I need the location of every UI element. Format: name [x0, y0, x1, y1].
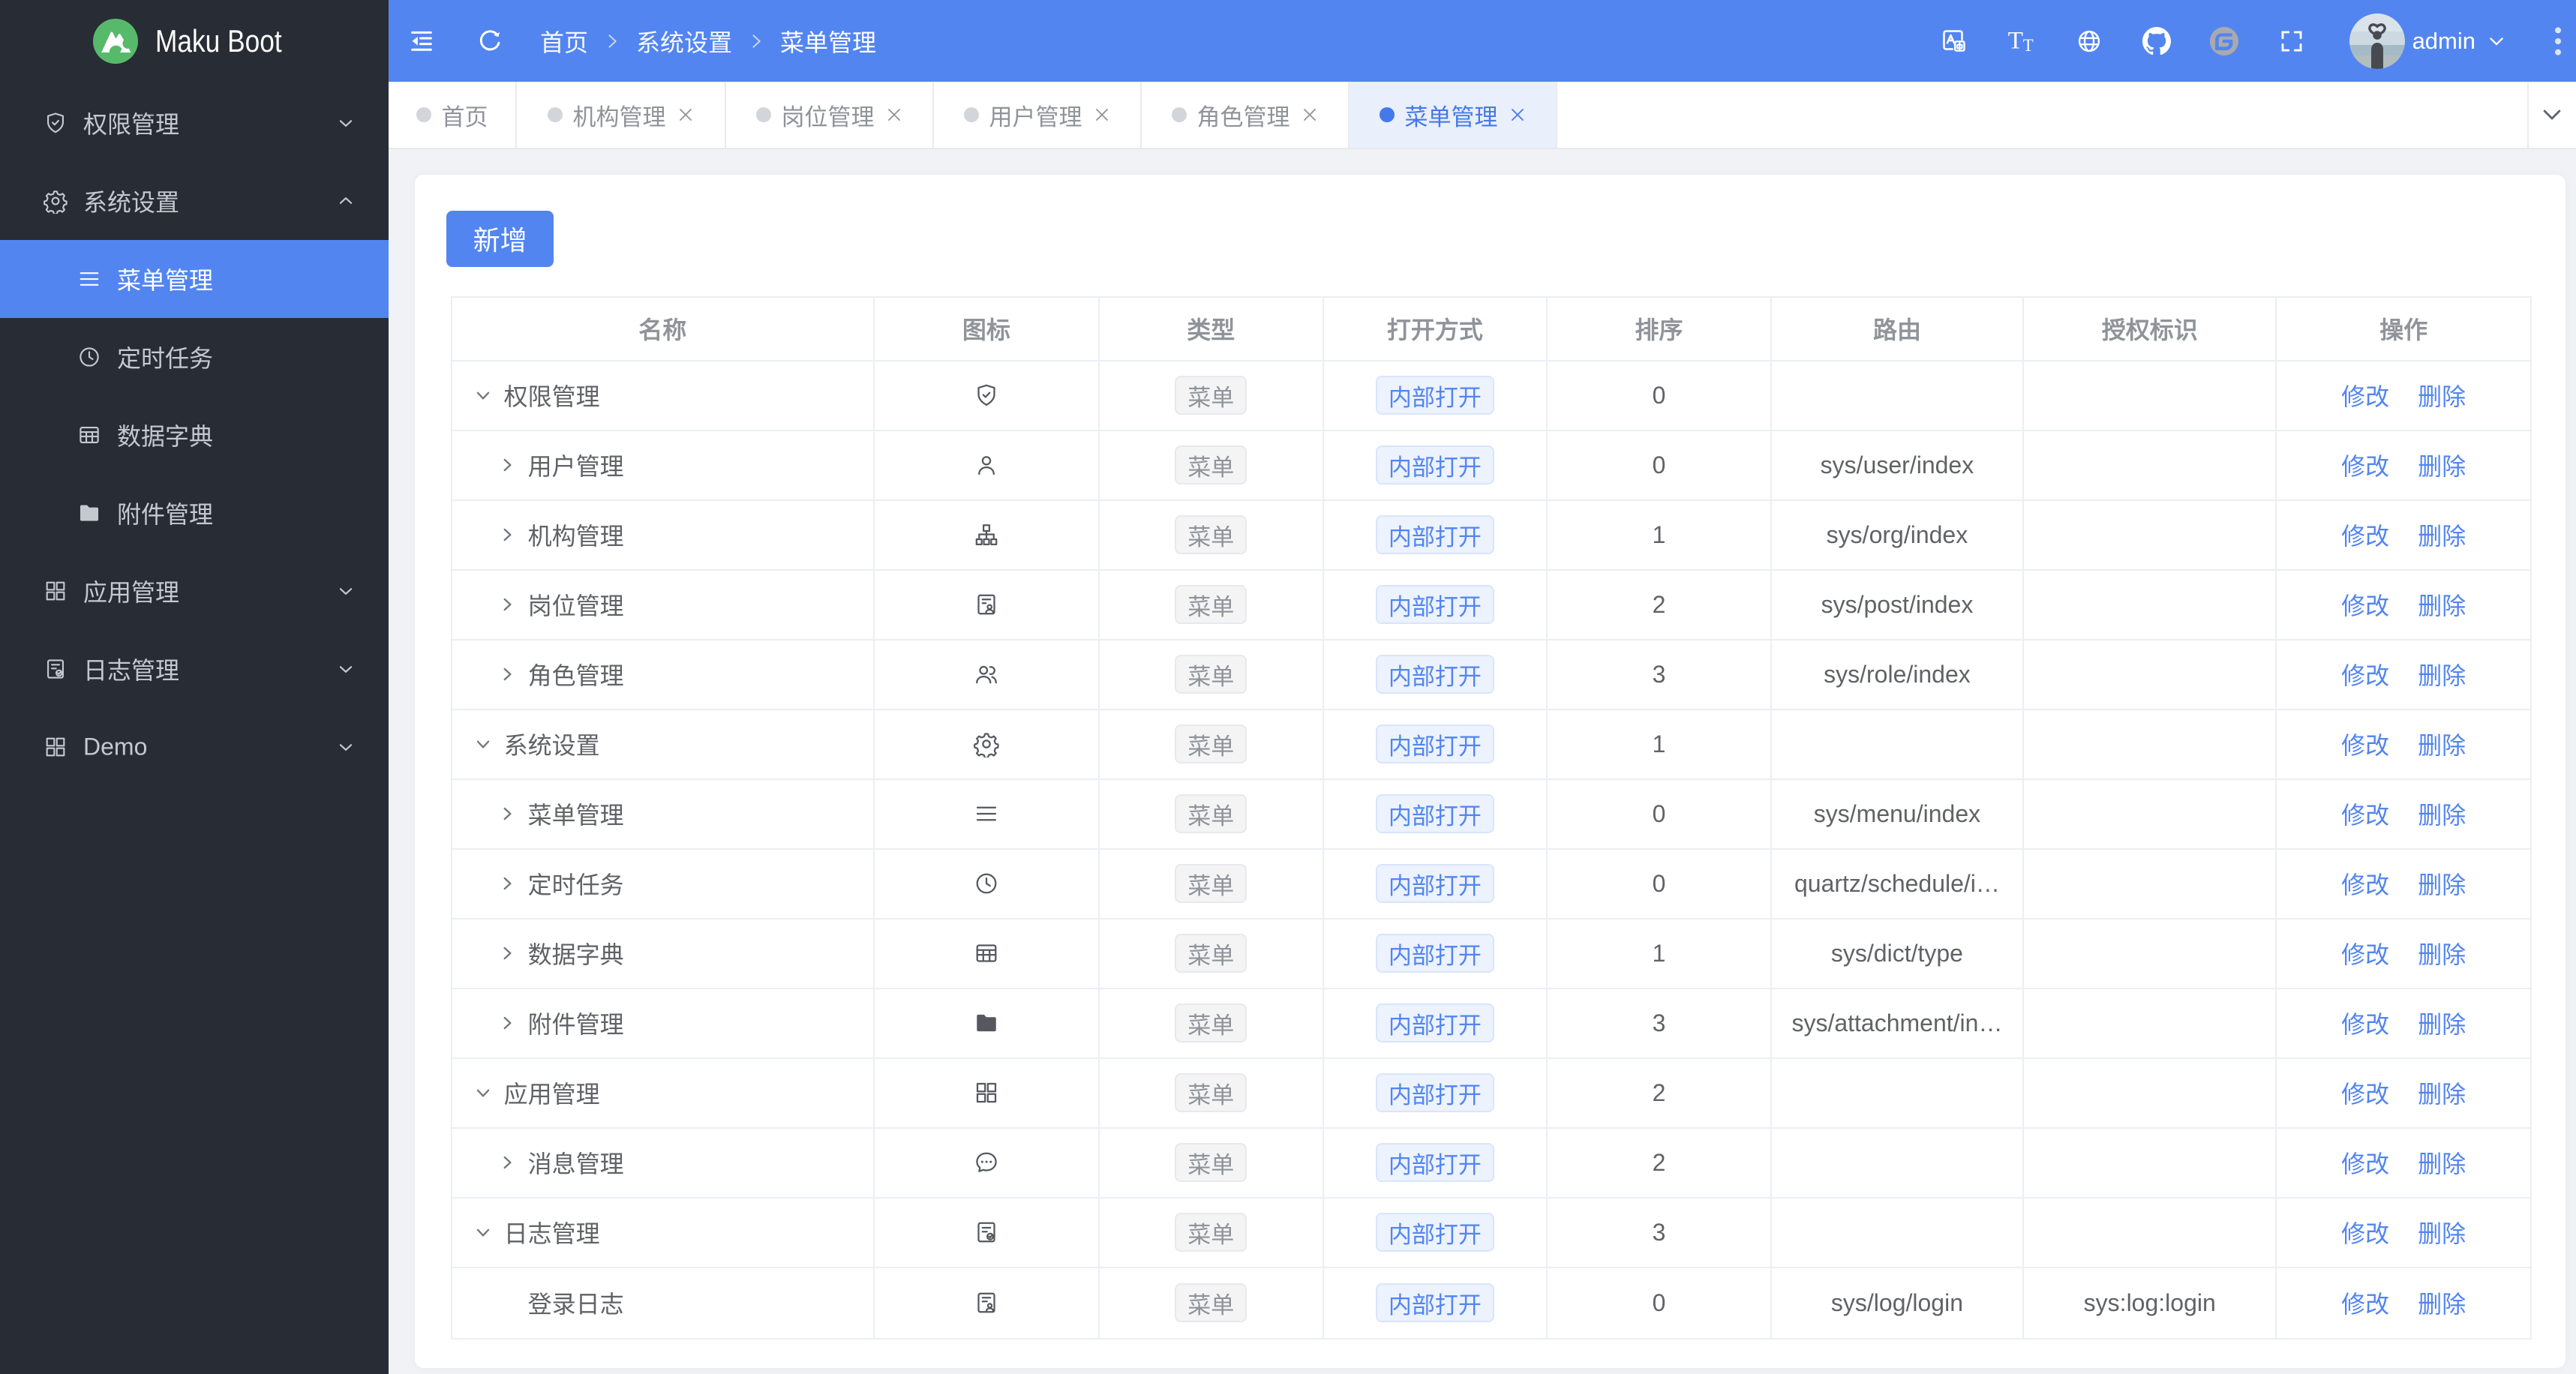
svg-text:T: T: [2007, 26, 2022, 54]
svg-text:T: T: [2022, 36, 2033, 55]
